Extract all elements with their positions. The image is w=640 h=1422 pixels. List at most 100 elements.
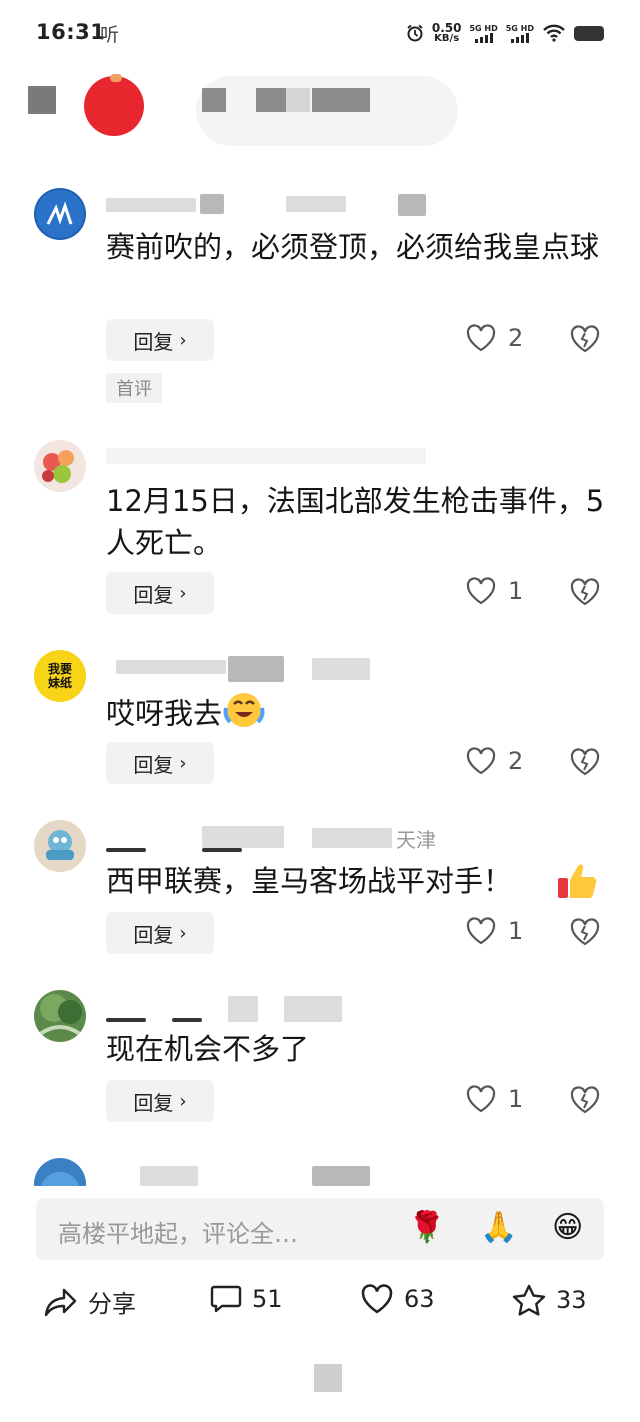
commenter-avatar[interactable] [34, 1158, 86, 1186]
commenter-location: 天津 [396, 828, 436, 852]
status-time: 16:31 [36, 20, 106, 44]
reply-label: 回复 [133, 582, 174, 607]
commenter-avatar[interactable] [34, 440, 86, 492]
chevron-right-icon: › [179, 1090, 187, 1112]
home-indicator[interactable] [314, 1364, 342, 1392]
first-comment-tag: 首评 [106, 373, 162, 403]
dislike-button[interactable] [570, 918, 600, 950]
avatar-badge [110, 74, 122, 82]
comment-item-partial [0, 1158, 640, 1186]
broken-heart-icon [570, 748, 600, 776]
favorite-count: 33 [556, 1286, 587, 1314]
comment-item: 赛前吹的，必须登顶，必须给我皇点球 回复 › 2 首评 [0, 188, 640, 418]
like-button[interactable]: 1 [466, 917, 523, 945]
comment-text: 现在机会不多了 [106, 1032, 310, 1066]
heart-icon [466, 747, 496, 775]
heart-icon [361, 1284, 393, 1314]
favorite-button[interactable]: 33 [512, 1284, 587, 1316]
dislike-button[interactable] [570, 748, 600, 780]
comment-text-body: 西甲联赛，皇马客场战平对手！ [106, 864, 513, 898]
comment-item: 12月15日，法国北部发生枪击事件，5人死亡。 回复 › 1 [0, 440, 640, 620]
dislike-button[interactable] [570, 1086, 600, 1118]
commenter-avatar[interactable]: 我要妹纸 [34, 650, 86, 702]
chevron-right-icon: › [179, 582, 187, 604]
chevron-right-icon: › [179, 752, 187, 774]
comment-text: 西甲联赛，皇马客场战平对手！ [106, 860, 616, 902]
share-icon [44, 1288, 77, 1316]
broken-heart-icon [570, 1086, 600, 1114]
blurred-text [312, 88, 370, 112]
dislike-button[interactable] [570, 578, 600, 610]
like-count: 1 [508, 577, 524, 605]
reply-label: 回复 [133, 922, 174, 947]
net-speed: 0.50 KB/s [432, 22, 462, 44]
commenter-avatar[interactable] [34, 820, 86, 872]
heart-icon [466, 1085, 496, 1113]
alarm-icon [407, 24, 423, 42]
chevron-right-icon: › [179, 329, 187, 351]
author-avatar[interactable] [84, 76, 144, 136]
listen-indicator: 听 [100, 24, 120, 46]
back-icon[interactable] [28, 86, 56, 114]
like-button[interactable]: 2 [466, 324, 523, 352]
signal-bars-icon [510, 32, 529, 43]
comment-item: 现在机会不多了 回复 › 1 [0, 990, 640, 1130]
blurred-text [202, 88, 226, 112]
comment-text: 12月15日，法国北部发生枪击事件，5人死亡。 [106, 484, 605, 560]
reply-button[interactable]: 回复 › [106, 1080, 214, 1122]
grin-emoji-button[interactable]: 😁 [552, 1208, 583, 1248]
status-icons: 0.50 KB/s 5G HD 5G HD [406, 22, 604, 44]
heart-icon [466, 577, 496, 605]
comment-text: 赛前吹的，必须登顶，必须给我皇点球 [106, 230, 600, 264]
broken-heart-icon [570, 578, 600, 606]
bottom-action-bar: 分享 51 63 33 [0, 1284, 640, 1330]
avatar-text: 我要妹纸 [47, 662, 72, 690]
broken-heart-icon [570, 918, 600, 946]
chevron-right-icon: › [179, 922, 187, 944]
reply-button[interactable]: 回复 › [106, 912, 214, 954]
signal-sim2: 5G HD [506, 24, 534, 43]
reply-button[interactable]: 回复 › [106, 572, 214, 614]
comment-item: 天津 西甲联赛，皇马客场战平对手！ 回复 › 1 [0, 820, 640, 960]
reply-label: 回复 [133, 329, 174, 354]
like-post-count: 63 [404, 1285, 435, 1313]
rose-emoji-button[interactable]: 🌹 [408, 1208, 445, 1248]
wifi-icon [543, 24, 565, 42]
dislike-button[interactable] [570, 325, 600, 357]
signal-sim1: 5G HD [469, 23, 498, 43]
like-button[interactable]: 2 [466, 747, 523, 775]
comment-icon [210, 1285, 242, 1313]
like-count: 1 [508, 1085, 524, 1113]
like-post-button[interactable]: 63 [360, 1284, 435, 1314]
comment-input-bar[interactable]: 高楼平地起，评论全… 🌹 🙏 😁 [36, 1198, 604, 1260]
sim1-label: 5G HD [469, 23, 498, 33]
sim2-label: 5G HD [505, 23, 534, 33]
battery-icon [574, 25, 604, 41]
share-button[interactable]: 分享 [44, 1284, 136, 1319]
pray-emoji-button[interactable]: 🙏 [480, 1208, 517, 1248]
broken-heart-icon [570, 325, 600, 353]
like-count: 2 [508, 747, 524, 775]
like-button[interactable]: 1 [466, 1085, 523, 1113]
commenter-avatar[interactable] [34, 990, 86, 1042]
reply-button[interactable]: 回复 › [106, 319, 214, 361]
commenter-avatar[interactable] [34, 188, 86, 240]
comment-button[interactable]: 51 [210, 1284, 283, 1314]
star-icon [512, 1284, 546, 1316]
reply-label: 回复 [133, 752, 174, 777]
heart-icon [466, 917, 496, 945]
like-button[interactable]: 1 [466, 577, 523, 605]
share-label: 分享 [88, 1290, 136, 1318]
comment-input-placeholder[interactable]: 高楼平地起，评论全… [58, 1214, 298, 1249]
thumbs-up-emoji [556, 858, 600, 906]
status-bar: 16:31 听 0.50 KB/s 5G HD 5G HD [0, 0, 640, 64]
laughing-crying-emoji [222, 690, 266, 741]
like-count: 1 [508, 917, 524, 945]
like-count: 2 [508, 324, 524, 352]
heart-icon [466, 324, 496, 352]
reply-label: 回复 [133, 1090, 174, 1115]
reply-button[interactable]: 回复 › [106, 742, 214, 784]
blurred-text [286, 88, 310, 112]
net-speed-unit: KB/s [434, 33, 460, 44]
comment-item: 我要妹纸 哎呀我去 回复 › 2 [0, 650, 640, 790]
